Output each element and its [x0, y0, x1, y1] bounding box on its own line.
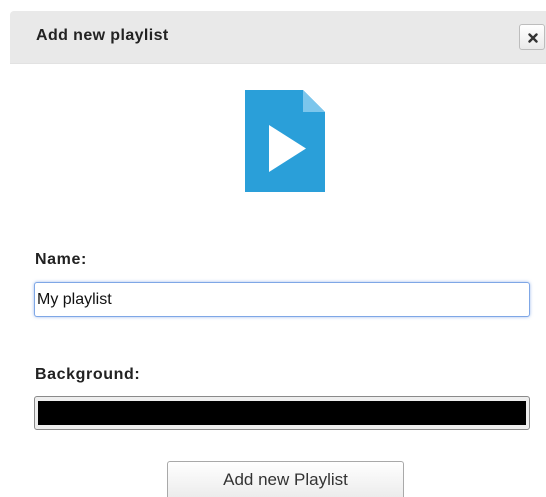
add-playlist-button[interactable]: Add new Playlist [167, 461, 404, 497]
close-icon [528, 33, 538, 43]
close-button[interactable] [519, 24, 545, 50]
name-input[interactable] [34, 282, 530, 317]
background-color-swatch [38, 401, 526, 425]
add-playlist-dialog: Add new playlist Name: Background: Add n… [0, 0, 546, 497]
name-label: Name: [35, 251, 87, 268]
playlist-file-icon [245, 90, 325, 192]
dialog-titlebar: Add new playlist [10, 11, 546, 64]
dialog-title: Add new playlist [36, 27, 169, 44]
background-label: Background: [35, 366, 141, 383]
background-color-picker[interactable] [34, 396, 530, 430]
